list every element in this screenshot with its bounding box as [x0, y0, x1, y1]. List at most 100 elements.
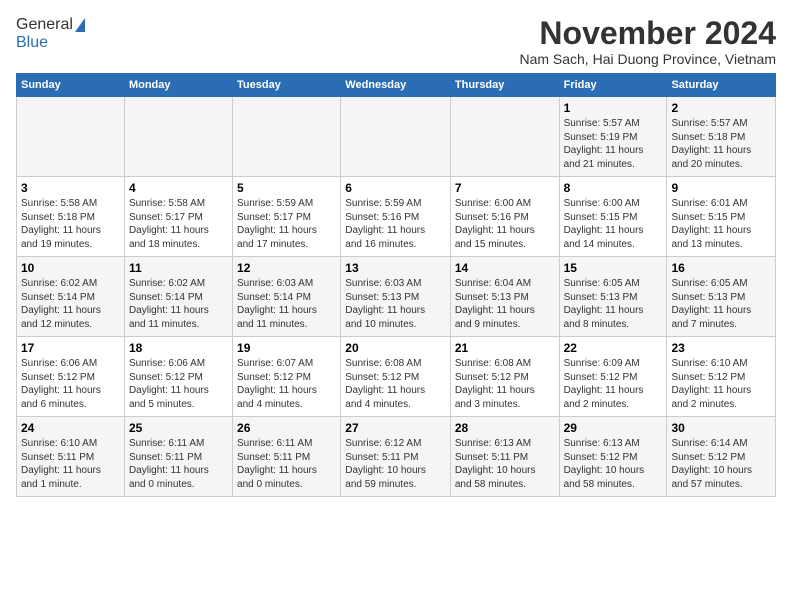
- day-detail: Sunrise: 6:14 AM Sunset: 5:12 PM Dayligh…: [671, 437, 771, 491]
- day-number: 27: [345, 421, 446, 435]
- day-number: 9: [671, 181, 771, 195]
- day-detail: Sunrise: 6:01 AM Sunset: 5:15 PM Dayligh…: [671, 197, 771, 251]
- month-title: November 2024: [519, 16, 776, 51]
- calendar-cell: 2Sunrise: 5:57 AM Sunset: 5:18 PM Daylig…: [667, 97, 776, 177]
- calendar-cell: 19 Sunrise: 6:07 AM Sunset: 5:12 PM Dayli…: [233, 337, 341, 417]
- day-detail: Sunrise: 6:13 AM Sunset: 5:12 PM Dayligh…: [564, 437, 663, 491]
- day-number: 24: [21, 421, 120, 435]
- calendar-cell: 13 Sunrise: 6:03 AM Sunset: 5:13 PM Dayli…: [341, 257, 451, 337]
- calendar-cell: 3Sunrise: 5:58 AM Sunset: 5:18 PM Daylig…: [17, 177, 125, 257]
- day-detail: Sunrise: 6:00 AM Sunset: 5:15 PM Dayligh…: [564, 197, 663, 251]
- logo-blue-text: Blue: [16, 34, 48, 52]
- day-number: 22: [564, 341, 663, 355]
- calendar-cell: 9 Sunrise: 6:01 AM Sunset: 5:15 PM Daylig…: [667, 177, 776, 257]
- calendar-cell: [341, 97, 451, 177]
- day-detail: Sunrise: 6:07 AM Sunset: 5:12 PM Dayligh…: [237, 357, 336, 411]
- calendar-cell: 24 Sunrise: 6:10 AM Sunset: 5:11 PM Dayli…: [17, 417, 125, 497]
- calendar-cell: 21 Sunrise: 6:08 AM Sunset: 5:12 PM Dayli…: [450, 337, 559, 417]
- header-day-tuesday: Tuesday: [233, 74, 341, 97]
- day-detail: Sunrise: 6:08 AM Sunset: 5:12 PM Dayligh…: [455, 357, 555, 411]
- day-detail: Sunrise: 6:00 AM Sunset: 5:16 PM Dayligh…: [455, 197, 555, 251]
- header-day-monday: Monday: [124, 74, 232, 97]
- day-number: 11: [129, 261, 228, 275]
- day-number: 17: [21, 341, 120, 355]
- calendar-cell: 12 Sunrise: 6:03 AM Sunset: 5:14 PM Dayli…: [233, 257, 341, 337]
- day-number: 6: [345, 181, 446, 195]
- day-number: 7: [455, 181, 555, 195]
- day-number: 5: [237, 181, 336, 195]
- calendar-body: 1 Sunrise: 5:57 AM Sunset: 5:19 PM Daylig…: [17, 97, 776, 497]
- day-detail: Sunrise: 6:11 AM Sunset: 5:11 PM Dayligh…: [129, 437, 228, 491]
- calendar-cell: 7 Sunrise: 6:00 AM Sunset: 5:16 PM Daylig…: [450, 177, 559, 257]
- day-number: 10: [21, 261, 120, 275]
- calendar-cell: 28 Sunrise: 6:13 AM Sunset: 5:11 PM Dayli…: [450, 417, 559, 497]
- day-number: 28: [455, 421, 555, 435]
- calendar-week-1: 1 Sunrise: 5:57 AM Sunset: 5:19 PM Daylig…: [17, 97, 776, 177]
- day-number: 19: [237, 341, 336, 355]
- day-number: 4: [129, 181, 228, 195]
- calendar-cell: 20 Sunrise: 6:08 AM Sunset: 5:12 PM Dayli…: [341, 337, 451, 417]
- day-number: 13: [345, 261, 446, 275]
- header-day-thursday: Thursday: [450, 74, 559, 97]
- header-day-sunday: Sunday: [17, 74, 125, 97]
- calendar-cell: [450, 97, 559, 177]
- day-number: 1: [564, 101, 663, 115]
- day-detail: Sunrise: 6:03 AM Sunset: 5:14 PM Dayligh…: [237, 277, 336, 331]
- calendar-cell: 29 Sunrise: 6:13 AM Sunset: 5:12 PM Dayli…: [559, 417, 667, 497]
- day-number: 20: [345, 341, 446, 355]
- calendar-cell: 23Sunrise: 6:10 AM Sunset: 5:12 PM Dayli…: [667, 337, 776, 417]
- day-detail: Sunrise: 5:59 AM Sunset: 5:17 PM Dayligh…: [237, 197, 336, 251]
- calendar-cell: 27 Sunrise: 6:12 AM Sunset: 5:11 PM Dayli…: [341, 417, 451, 497]
- day-detail: Sunrise: 6:09 AM Sunset: 5:12 PM Dayligh…: [564, 357, 663, 411]
- day-number: 12: [237, 261, 336, 275]
- day-detail: Sunrise: 5:57 AM Sunset: 5:19 PM Dayligh…: [564, 117, 663, 171]
- logo-general-text: General: [16, 16, 73, 34]
- calendar-cell: 18Sunrise: 6:06 AM Sunset: 5:12 PM Dayli…: [124, 337, 232, 417]
- header-day-saturday: Saturday: [667, 74, 776, 97]
- calendar-cell: 5 Sunrise: 5:59 AM Sunset: 5:17 PM Daylig…: [233, 177, 341, 257]
- calendar-cell: 4Sunrise: 5:58 AM Sunset: 5:17 PM Daylig…: [124, 177, 232, 257]
- calendar-cell: [17, 97, 125, 177]
- calendar-cell: 14 Sunrise: 6:04 AM Sunset: 5:13 PM Dayli…: [450, 257, 559, 337]
- day-detail: Sunrise: 6:04 AM Sunset: 5:13 PM Dayligh…: [455, 277, 555, 331]
- logo-triangle-icon: [75, 18, 85, 32]
- calendar-cell: 11 Sunrise: 6:02 AM Sunset: 5:14 PM Dayli…: [124, 257, 232, 337]
- calendar-week-2: 3Sunrise: 5:58 AM Sunset: 5:18 PM Daylig…: [17, 177, 776, 257]
- day-detail: Sunrise: 6:05 AM Sunset: 5:13 PM Dayligh…: [671, 277, 771, 331]
- day-detail: Sunrise: 6:06 AM Sunset: 5:12 PM Dayligh…: [129, 357, 228, 411]
- calendar-cell: 10 Sunrise: 6:02 AM Sunset: 5:14 PM Dayli…: [17, 257, 125, 337]
- day-number: 29: [564, 421, 663, 435]
- title-block: November 2024 Nam Sach, Hai Duong Provin…: [519, 16, 776, 67]
- logo: General Blue: [16, 16, 85, 52]
- calendar-cell: 22 Sunrise: 6:09 AM Sunset: 5:12 PM Dayli…: [559, 337, 667, 417]
- day-detail: Sunrise: 6:05 AM Sunset: 5:13 PM Dayligh…: [564, 277, 663, 331]
- day-number: 2: [671, 101, 771, 115]
- calendar-cell: 17Sunrise: 6:06 AM Sunset: 5:12 PM Dayli…: [17, 337, 125, 417]
- day-number: 25: [129, 421, 228, 435]
- calendar-cell: 15 Sunrise: 6:05 AM Sunset: 5:13 PM Dayli…: [559, 257, 667, 337]
- day-detail: Sunrise: 6:03 AM Sunset: 5:13 PM Dayligh…: [345, 277, 446, 331]
- day-number: 21: [455, 341, 555, 355]
- calendar-cell: 30 Sunrise: 6:14 AM Sunset: 5:12 PM Dayli…: [667, 417, 776, 497]
- location-subtitle: Nam Sach, Hai Duong Province, Vietnam: [519, 51, 776, 67]
- calendar-cell: [124, 97, 232, 177]
- day-number: 15: [564, 261, 663, 275]
- day-detail: Sunrise: 6:11 AM Sunset: 5:11 PM Dayligh…: [237, 437, 336, 491]
- day-detail: Sunrise: 5:58 AM Sunset: 5:18 PM Dayligh…: [21, 197, 120, 251]
- calendar-week-5: 24 Sunrise: 6:10 AM Sunset: 5:11 PM Dayli…: [17, 417, 776, 497]
- calendar-cell: 8Sunrise: 6:00 AM Sunset: 5:15 PM Daylig…: [559, 177, 667, 257]
- day-detail: Sunrise: 6:02 AM Sunset: 5:14 PM Dayligh…: [21, 277, 120, 331]
- day-detail: Sunrise: 6:10 AM Sunset: 5:11 PM Dayligh…: [21, 437, 120, 491]
- day-number: 30: [671, 421, 771, 435]
- day-detail: Sunrise: 6:08 AM Sunset: 5:12 PM Dayligh…: [345, 357, 446, 411]
- page-header: General Blue November 2024 Nam Sach, Hai…: [16, 16, 776, 67]
- header-day-wednesday: Wednesday: [341, 74, 451, 97]
- day-detail: Sunrise: 6:13 AM Sunset: 5:11 PM Dayligh…: [455, 437, 555, 491]
- day-detail: Sunrise: 6:02 AM Sunset: 5:14 PM Dayligh…: [129, 277, 228, 331]
- calendar-week-4: 17 Sunrise: 6:06 AM Sunset: 5:12 PM Dayli…: [17, 337, 776, 417]
- calendar-cell: 1 Sunrise: 5:57 AM Sunset: 5:19 PM Daylig…: [559, 97, 667, 177]
- day-detail: Sunrise: 6:12 AM Sunset: 5:11 PM Dayligh…: [345, 437, 446, 491]
- calendar-cell: 16 Sunrise: 6:05 AM Sunset: 5:13 PM Dayli…: [667, 257, 776, 337]
- day-number: 16: [671, 261, 771, 275]
- day-number: 14: [455, 261, 555, 275]
